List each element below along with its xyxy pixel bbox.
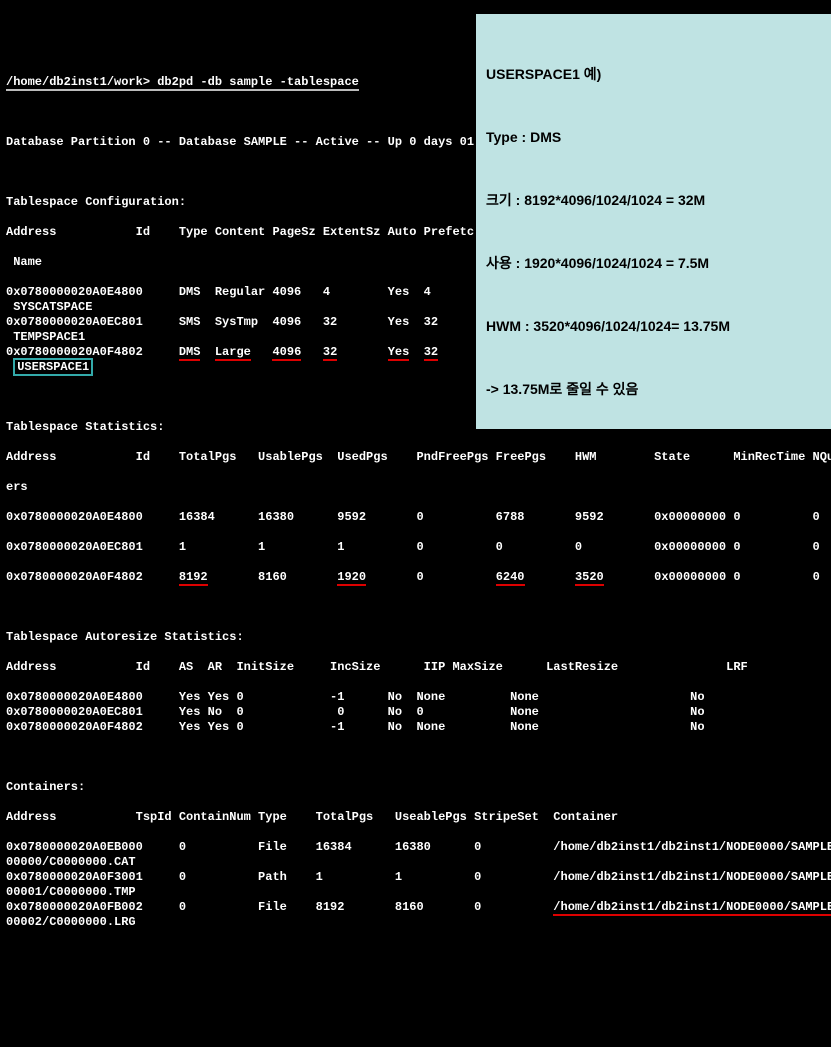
table-row: 0x0780000020A0EC801 Yes No 0 0 No 0 None… xyxy=(6,705,825,720)
autoresize-title: Tablespace Autoresize Statistics: xyxy=(6,630,825,645)
table-row: 0x0780000020A0F3001 0 Path 1 1 0 /home/d… xyxy=(6,870,825,885)
stats-header2: ers xyxy=(6,480,825,495)
container-path-cont: 00000/C0000000.CAT xyxy=(6,855,825,870)
container-path-cont: 00001/C0000000.TMP xyxy=(6,885,825,900)
callout-line: USERSPACE1 예) xyxy=(486,64,821,85)
prompt: /home/db2inst1/work> db2pd -db sample -t… xyxy=(6,75,359,91)
table-row: 0x0780000020A0F4802 Yes Yes 0 -1 No None… xyxy=(6,720,825,735)
stats-header: Address Id TotalPgs UsablePgs UsedPgs Pn… xyxy=(6,450,825,465)
callout-line: 크기 : 8192*4096/1024/1024 = 32M xyxy=(486,190,821,211)
table-row: 0x0780000020A0FB002 0 File 8192 8160 0 /… xyxy=(6,900,825,915)
autoresize-header: Address Id AS AR InitSize IncSize IIP Ma… xyxy=(6,660,825,675)
table-row: 0x0780000020A0E4800 16384 16380 9592 0 6… xyxy=(6,510,825,525)
callout-line: 사용 : 1920*4096/1024/1024 = 7.5M xyxy=(486,253,821,274)
callout-line: -> 13.75M로 줄일 수 있음 xyxy=(486,379,821,400)
callout-line: Type : DMS xyxy=(486,127,821,148)
table-row: 0x0780000020A0EB000 0 File 16384 16380 0… xyxy=(6,840,825,855)
container-path-cont: 00002/C0000000.LRG xyxy=(6,915,825,930)
callout-line: HWM : 3520*4096/1024/1024= 13.75M xyxy=(486,316,821,337)
containers-title: Containers: xyxy=(6,780,825,795)
containers-header: Address TspId ContainNum Type TotalPgs U… xyxy=(6,810,825,825)
annotation-callout: USERSPACE1 예) Type : DMS 크기 : 8192*4096/… xyxy=(476,14,831,429)
table-row: 0x0780000020A0F4802 8192 8160 1920 0 624… xyxy=(6,570,825,585)
table-row: 0x0780000020A0E4800 Yes Yes 0 -1 No None… xyxy=(6,690,825,705)
table-row: 0x0780000020A0EC801 1 1 1 0 0 0 0x000000… xyxy=(6,540,825,555)
